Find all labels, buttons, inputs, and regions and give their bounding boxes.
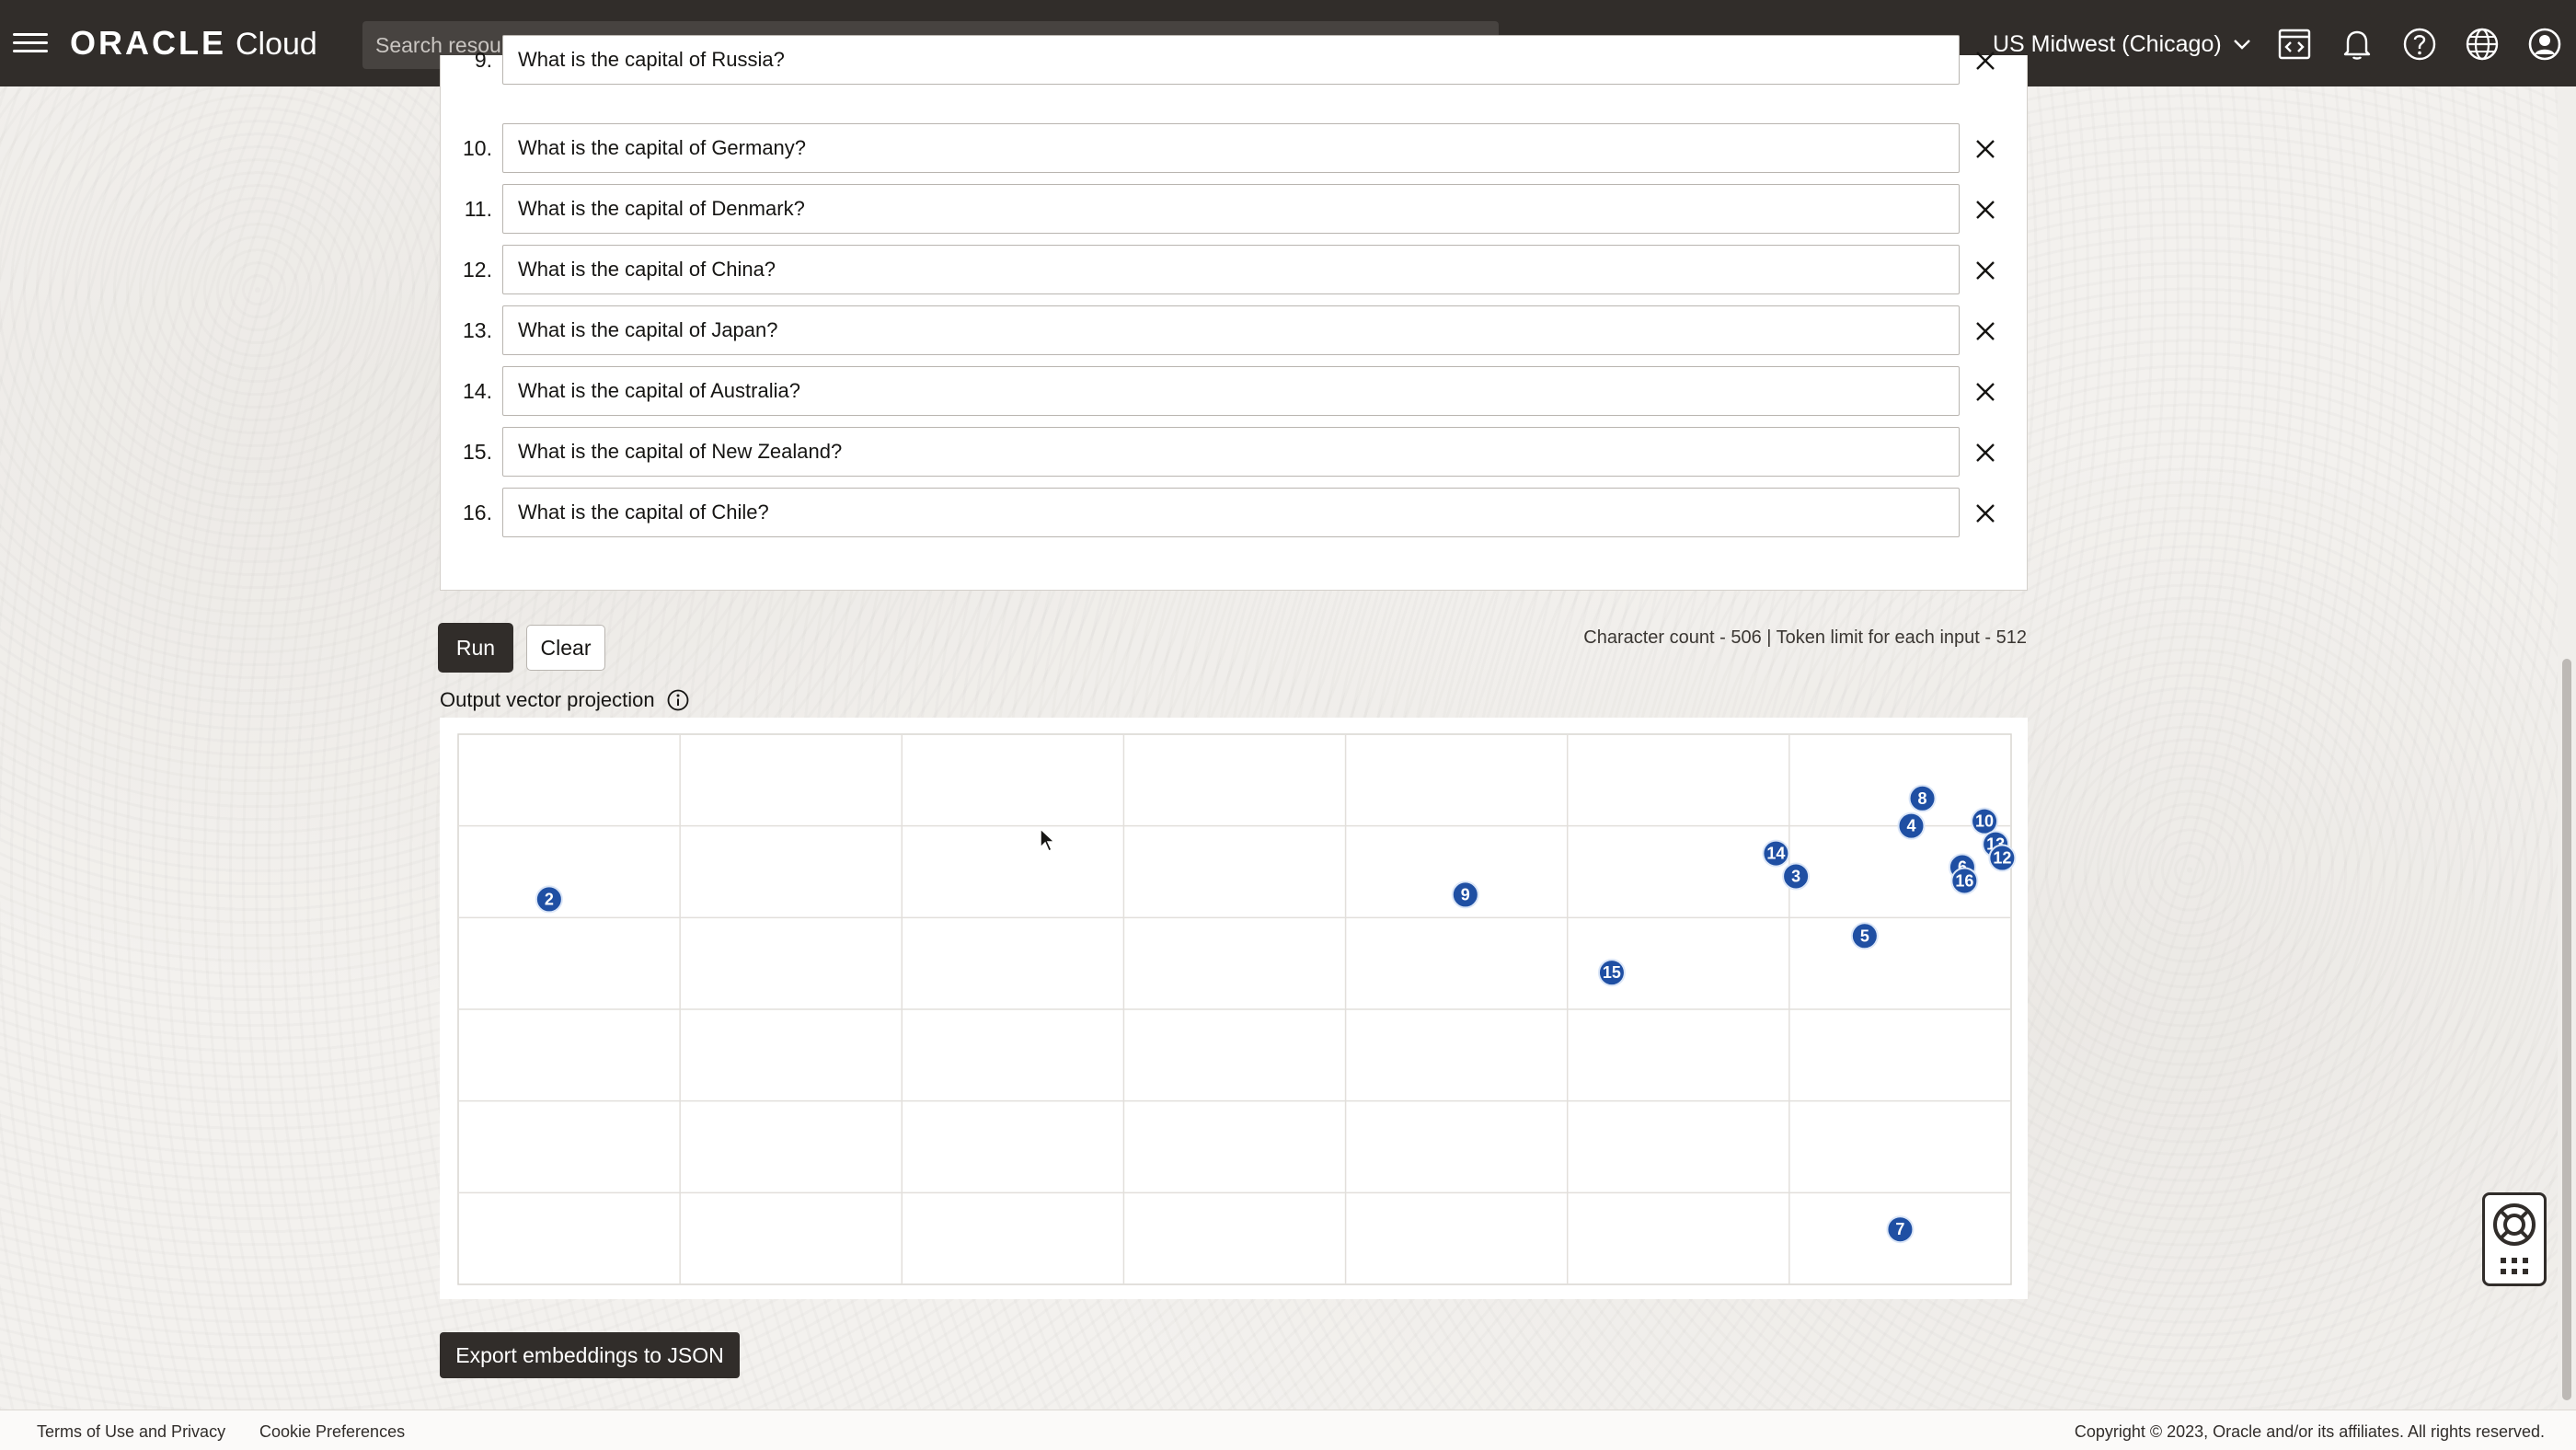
point-label: 5 [1860, 926, 1869, 945]
point-label: 10 [1975, 812, 1994, 831]
scatter-point-9[interactable]: 9 [1451, 880, 1479, 909]
close-icon[interactable] [1972, 439, 1999, 466]
question-input[interactable]: What is the capital of Australia? [502, 366, 1960, 416]
code-editor-icon[interactable] [2276, 26, 2313, 63]
question-row: 15. What is the capital of New Zealand? [441, 427, 2029, 478]
question-input[interactable]: What is the capital of New Zealand? [502, 427, 1960, 477]
scatter-point-14[interactable]: 14 [1762, 839, 1790, 868]
question-number: 9. [474, 48, 492, 72]
profile-icon[interactable] [2526, 26, 2563, 63]
point-label: 15 [1603, 963, 1621, 982]
mouse-cursor-icon [1040, 827, 1056, 853]
scatter-point-8[interactable]: 8 [1908, 784, 1937, 812]
brand-oracle: ORACLE [70, 24, 226, 62]
question-input[interactable]: What is the capital of Japan? [502, 305, 1960, 355]
terms-link[interactable]: Terms of Use and Privacy [37, 1422, 225, 1442]
scatter-point-5[interactable]: 5 [1850, 922, 1879, 950]
point-label: 16 [1955, 871, 1973, 890]
point-label: 14 [1766, 845, 1785, 863]
lifebuoy-icon [2493, 1203, 2536, 1246]
vector-projection-chart: 2 9 15 14 3 5 4 8 6 16 10 13 12 7 [440, 718, 2028, 1299]
projection-title: Output vector projection [440, 688, 655, 711]
question-number: 10. [463, 136, 492, 160]
export-json-button[interactable]: Export embeddings to JSON [440, 1332, 740, 1378]
question-row: 13. What is the capital of Japan? [441, 305, 2029, 357]
bell-icon[interactable] [2339, 26, 2375, 63]
page-scrollbar[interactable] [2558, 86, 2576, 1410]
question-number: 11. [464, 197, 492, 221]
scatter-point-16[interactable]: 16 [1950, 867, 1979, 895]
question-input[interactable]: What is the capital of Germany? [502, 123, 1960, 173]
clear-button[interactable]: Clear [526, 625, 605, 671]
question-row: 14. What is the capital of Australia? [441, 366, 2029, 418]
copyright-text: Copyright © 2023, Oracle and/or its affi… [2074, 1422, 2545, 1441]
question-number: 15. [463, 440, 492, 464]
scatter-point-10[interactable]: 10 [1971, 807, 1999, 835]
point-label: 2 [545, 890, 554, 908]
help-icon[interactable] [2401, 26, 2438, 63]
brand-cloud: Cloud [236, 27, 317, 62]
close-icon[interactable] [1972, 378, 1999, 406]
close-icon[interactable] [1972, 257, 1999, 284]
point-label: 3 [1791, 867, 1800, 885]
close-icon[interactable] [1972, 500, 1999, 527]
question-input[interactable]: What is the capital of Chile? [502, 488, 1960, 537]
character-count-text: Character count - 506 | Token limit for … [1583, 627, 2027, 648]
question-row: 12. What is the capital of China? [441, 245, 2029, 296]
scatter-point-12[interactable]: 12 [1988, 844, 2017, 872]
input-questions-panel: 9. What is the capital of Russia? 10. Wh… [440, 35, 2029, 591]
page-footer: Terms of Use and Privacy Cookie Preferen… [0, 1410, 2576, 1450]
question-number: 16. [463, 501, 492, 524]
scatter-plot: 2 9151435486161013127 [457, 733, 2017, 1285]
close-icon[interactable] [1972, 317, 1999, 345]
menu-icon[interactable] [13, 28, 48, 59]
scatter-point-2[interactable]: 2 [535, 885, 563, 914]
question-number: 12. [463, 258, 492, 282]
globe-icon[interactable] [2464, 26, 2501, 63]
question-input[interactable]: What is the capital of China? [502, 245, 1960, 294]
point-label: 9 [1461, 885, 1470, 903]
help-widget[interactable] [2482, 1192, 2547, 1286]
point-label: 7 [1895, 1220, 1904, 1238]
region-selector[interactable]: US Midwest (Chicago) [1993, 28, 2253, 61]
cookie-preferences-link[interactable]: Cookie Preferences [259, 1422, 405, 1442]
question-row: 10. What is the capital of Germany? [441, 123, 2029, 175]
question-input[interactable]: What is the capital of Denmark? [502, 184, 1960, 234]
question-input[interactable]: What is the capital of Russia? [502, 35, 1960, 85]
close-icon[interactable] [1972, 47, 1999, 75]
scatter-point-7[interactable]: 7 [1886, 1215, 1915, 1244]
question-row: 9. What is the capital of Russia? [441, 35, 2029, 86]
scatter-point-4[interactable]: 4 [1897, 811, 1926, 840]
point-label: 12 [1993, 849, 2011, 868]
scrollbar-thumb[interactable] [2562, 659, 2571, 1400]
close-icon[interactable] [1972, 196, 1999, 224]
point-label: 8 [1918, 789, 1927, 808]
info-icon[interactable] [666, 688, 690, 712]
scatter-point-3[interactable]: 3 [1782, 862, 1811, 891]
apps-grid-icon [2501, 1258, 2528, 1274]
chevron-down-icon [2233, 40, 2250, 50]
run-button[interactable]: Run [438, 623, 513, 673]
close-icon[interactable] [1972, 135, 1999, 163]
oracle-cloud-logo[interactable]: ORACLE Cloud [70, 24, 317, 64]
question-number: 14. [463, 379, 492, 403]
question-row: 16. What is the capital of Chile? [441, 488, 2029, 539]
point-label: 4 [1906, 817, 1915, 835]
scatter-point-15[interactable]: 15 [1597, 959, 1626, 987]
projection-heading: Output vector projection [440, 688, 690, 712]
question-number: 13. [463, 318, 492, 342]
question-row: 11. What is the capital of Denmark? [441, 184, 2029, 236]
